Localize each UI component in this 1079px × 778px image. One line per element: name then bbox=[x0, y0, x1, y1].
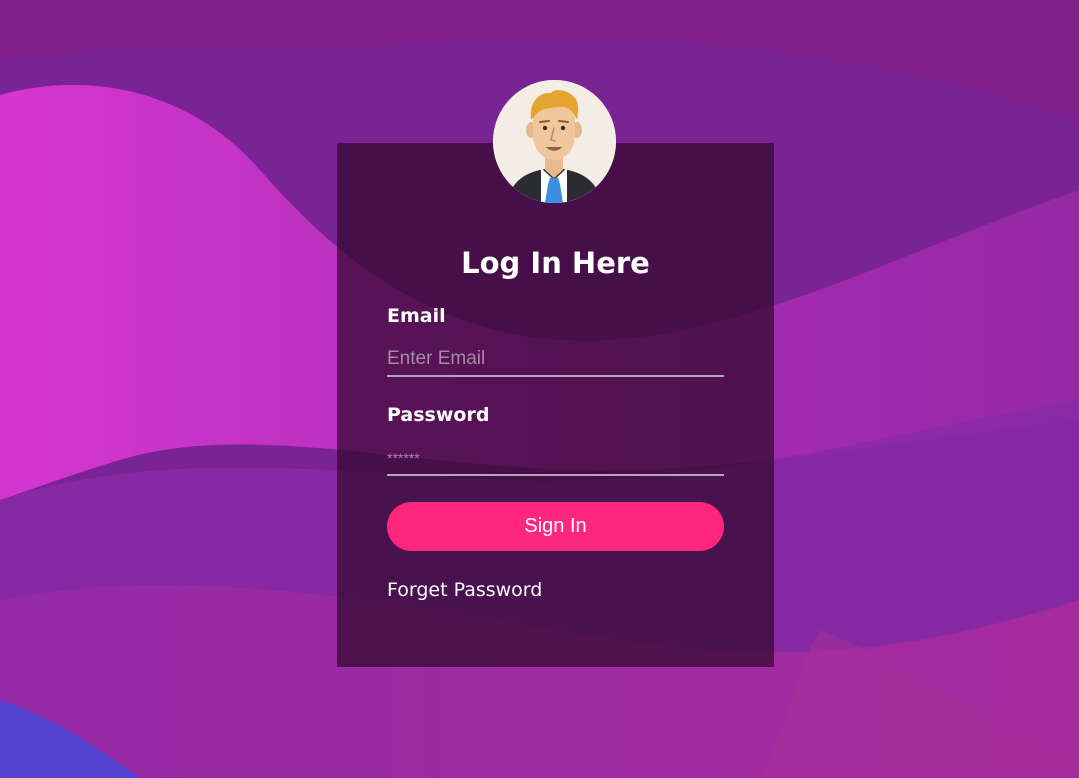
password-label: Password bbox=[387, 404, 490, 426]
forget-password-link[interactable]: Forget Password bbox=[387, 577, 542, 603]
page-title: Log In Here bbox=[461, 246, 650, 280]
sign-in-button[interactable]: Sign In bbox=[387, 502, 724, 551]
email-field[interactable] bbox=[387, 343, 724, 377]
email-label: Email bbox=[387, 305, 446, 327]
password-field[interactable] bbox=[387, 442, 724, 476]
user-avatar-icon bbox=[493, 80, 616, 203]
